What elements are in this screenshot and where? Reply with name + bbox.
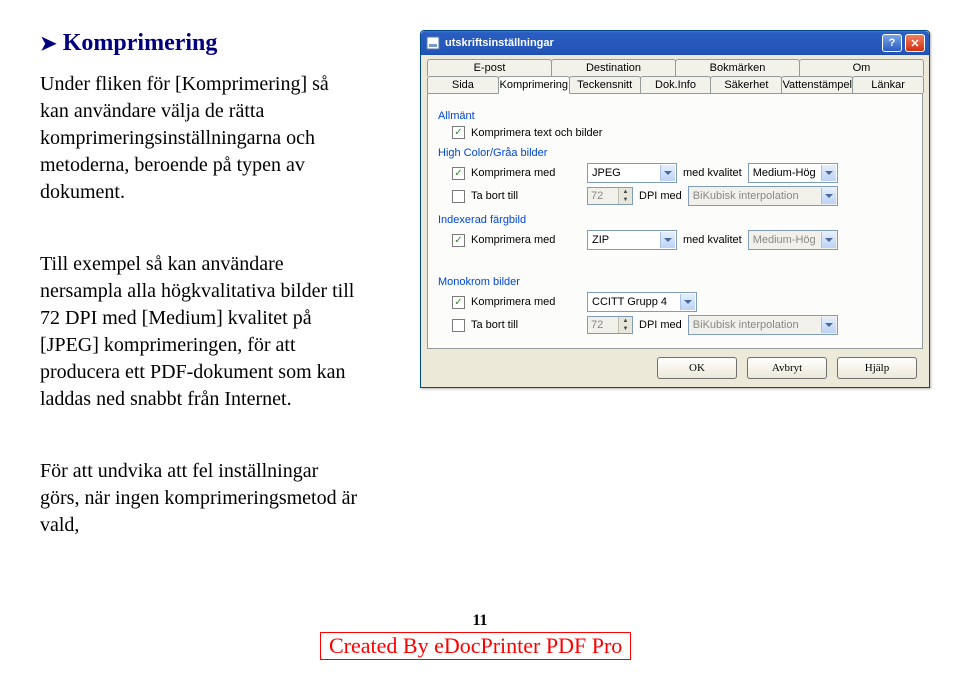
combo-indexed-quality: Medium-Hög [748, 230, 838, 250]
label-indexed-med-kvalitet: med kvalitet [683, 234, 742, 246]
tab-om[interactable]: Om [799, 59, 924, 76]
tab-sakerhet[interactable]: Säkerhet [710, 76, 782, 93]
tab-komprimering[interactable]: Komprimering [498, 76, 570, 94]
label-high-compress-with: Komprimera med [471, 167, 581, 179]
group-allmant: Allmänt [438, 110, 912, 122]
tab-teckensnitt[interactable]: Teckensnitt [569, 76, 641, 93]
dialog-title: utskriftsinställningar [445, 37, 879, 49]
checkbox-mono-compress-with[interactable] [452, 296, 465, 309]
label-mono-compress-with: Komprimera med [471, 296, 581, 308]
tab-epost[interactable]: E-post [427, 59, 552, 76]
print-settings-dialog: utskriftsinställningar ? ✕ E-post Destin… [420, 30, 930, 388]
page-number: 11 [0, 612, 960, 630]
document-body: Under fliken för [Komprimering] så kan a… [40, 71, 360, 539]
label-mono-dpi-med: DPI med [639, 319, 682, 331]
combo-mono-method[interactable]: CCITT Grupp 4 [587, 292, 697, 312]
tab-bokmarken[interactable]: Bokmärken [675, 59, 800, 76]
titlebar-close-button[interactable]: ✕ [905, 34, 925, 52]
tab-dokinfo[interactable]: Dok.Info [640, 76, 712, 93]
tab-content: Allmänt Komprimera text och bilder High … [427, 93, 923, 349]
tab-destination[interactable]: Destination [551, 59, 676, 76]
checkbox-indexed-compress-with[interactable] [452, 234, 465, 247]
group-highcolor: High Color/Gråa bilder [438, 147, 912, 159]
combo-high-interp: BiKubisk interpolation [688, 186, 838, 206]
checkbox-high-compress-with[interactable] [452, 167, 465, 180]
label-high-dpi-med: DPI med [639, 190, 682, 202]
label-high-med-kvalitet: med kvalitet [683, 167, 742, 179]
footer-credit-text: Created By eDocPrinter PDF Pro [329, 633, 622, 658]
tab-lankar[interactable]: Länkar [852, 76, 924, 93]
titlebar-help-button[interactable]: ? [882, 34, 902, 52]
label-compress-text-images: Komprimera text och bilder [471, 127, 602, 139]
paragraph-1: Under fliken för [Komprimering] så kan a… [40, 71, 360, 206]
tab-sida[interactable]: Sida [427, 76, 499, 93]
spinner-high-dpi[interactable]: 72▲▼ [587, 187, 633, 205]
label-indexed-compress-with: Komprimera med [471, 234, 581, 246]
combo-indexed-method[interactable]: ZIP [587, 230, 677, 250]
group-indexed: Indexerad färgbild [438, 214, 912, 226]
triangle-bullet-icon: ➤ [40, 33, 57, 55]
combo-high-method[interactable]: JPEG [587, 163, 677, 183]
checkbox-compress-text-images[interactable] [452, 126, 465, 139]
titlebar: utskriftsinställningar ? ✕ [421, 31, 929, 55]
paragraph-2: Till exempel så kan användare nersampla … [40, 251, 360, 413]
cancel-button[interactable]: Avbryt [747, 357, 827, 379]
footer-credit-box: Created By eDocPrinter PDF Pro [320, 632, 631, 660]
tab-vattenstampel[interactable]: Vattenstämpel [781, 76, 853, 93]
label-mono-downsample: Ta bort till [471, 319, 581, 331]
group-mono: Monokrom bilder [438, 276, 912, 288]
combo-mono-interp: BiKubisk interpolation [688, 315, 838, 335]
checkbox-high-downsample[interactable] [452, 190, 465, 203]
label-high-downsample: Ta bort till [471, 190, 581, 202]
checkbox-mono-downsample[interactable] [452, 319, 465, 332]
spinner-mono-dpi[interactable]: 72▲▼ [587, 316, 633, 334]
paragraph-3: För att undvika att fel inställningar gö… [40, 458, 360, 539]
app-icon [425, 35, 441, 51]
help-button[interactable]: Hjälp [837, 357, 917, 379]
combo-high-quality[interactable]: Medium-Hög [748, 163, 838, 183]
ok-button[interactable]: OK [657, 357, 737, 379]
